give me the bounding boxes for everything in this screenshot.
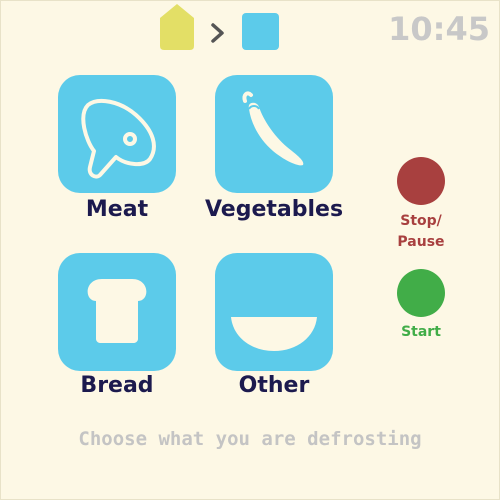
meat-label[interactable]: Meat [32,197,202,222]
other-tile[interactable] [215,253,333,371]
current-step-square-icon [242,13,279,50]
instruction-text: Choose what you are defrosting [78,428,422,450]
home-icon[interactable] [160,4,194,50]
chili-pepper-icon [242,91,304,166]
meat-icon [81,98,156,179]
bread-icon [87,279,147,343]
stop-label-line2: Pause [397,234,445,250]
stop-pause-label: Stop/ Pause [381,211,461,253]
start-label: Start [401,324,441,340]
other-label[interactable]: Other [189,373,359,398]
stop-pause-button[interactable] [397,157,445,205]
bread-tile[interactable] [58,253,176,371]
start-button[interactable] [397,269,445,317]
stop-label-line1: Stop/ [400,213,442,229]
bowl-icon [231,317,317,351]
chevron-right-icon [211,23,224,43]
vegetables-tile[interactable] [215,75,333,193]
bread-label[interactable]: Bread [32,373,202,398]
clock: 10:45 [388,10,490,48]
meat-tile[interactable] [58,75,176,193]
vegetables-label[interactable]: Vegetables [189,197,359,222]
